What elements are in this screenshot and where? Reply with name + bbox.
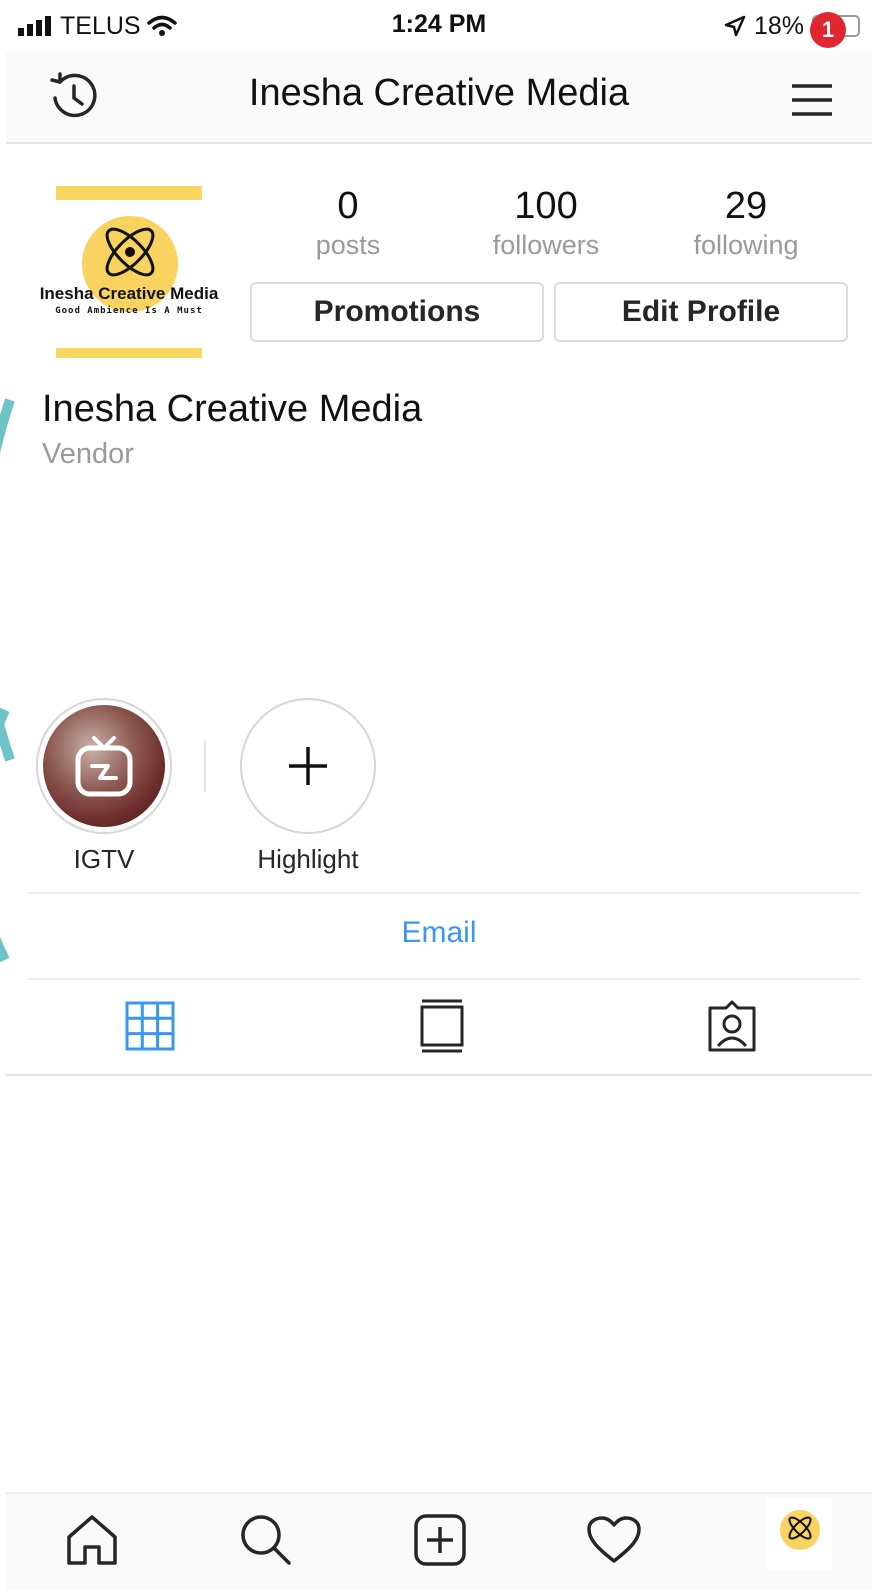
notification-badge[interactable]: 1 xyxy=(810,12,846,48)
igtv-icon xyxy=(75,736,133,797)
page-title: Inesha Creative Media xyxy=(248,72,630,114)
heart-icon xyxy=(587,1516,641,1563)
highlight-igtv-label: IGTV xyxy=(73,844,135,874)
highlight-ring xyxy=(36,698,172,834)
highlight-igtv[interactable]: IGTV xyxy=(34,698,174,875)
profile-avatar[interactable]: Inesha Creative Media Good Ambience Is A… xyxy=(36,168,222,370)
bottom-nav-bar xyxy=(6,1492,872,1590)
tab-tagged[interactable] xyxy=(702,996,762,1056)
new-highlight-ring xyxy=(240,698,376,834)
plus-icon xyxy=(289,747,327,785)
following-count: 29 xyxy=(724,185,768,227)
menu-icon[interactable] xyxy=(786,68,846,128)
highlight-new[interactable]: Highlight xyxy=(238,698,378,875)
highlight-divider xyxy=(204,740,206,792)
nav-activity[interactable] xyxy=(582,1508,646,1572)
add-post-icon xyxy=(414,1514,466,1566)
posts-label: posts xyxy=(315,230,381,260)
nav-add-post[interactable] xyxy=(408,1508,472,1572)
background-decoration xyxy=(0,398,15,963)
followers-count: 100 xyxy=(514,185,578,227)
posts-count: 0 xyxy=(337,185,359,227)
avatar-band-top xyxy=(56,186,202,200)
feed-icon xyxy=(420,999,464,1053)
tagged-icon xyxy=(708,1000,756,1052)
avatar-logo-text: Inesha Creative Media xyxy=(39,284,219,303)
followers-label: followers xyxy=(492,230,600,260)
stat-followers[interactable]: 100 followers xyxy=(456,184,636,262)
status-bar: TELUS 1:24 PM 18% xyxy=(0,0,878,52)
grid-icon xyxy=(125,1001,175,1051)
stat-following[interactable]: 29 following xyxy=(656,184,836,262)
profile-category: Vendor xyxy=(42,438,134,470)
status-time: 1:24 PM xyxy=(391,10,487,38)
edit-profile-button[interactable]: Edit Profile xyxy=(554,282,848,342)
nav-search[interactable] xyxy=(234,1508,298,1572)
tab-feed[interactable] xyxy=(412,996,472,1056)
home-icon xyxy=(67,1515,117,1565)
nav-profile[interactable] xyxy=(766,1498,832,1570)
following-label: following xyxy=(693,230,799,260)
avatar-band-bottom xyxy=(56,348,202,358)
stat-posts[interactable]: 0 posts xyxy=(258,184,438,262)
email-button[interactable]: Email xyxy=(0,916,878,950)
profile-name: Inesha Creative Media xyxy=(42,388,423,430)
avatar-logo-tagline: Good Ambience Is A Must xyxy=(55,306,203,316)
tab-grid[interactable] xyxy=(120,996,180,1056)
divider xyxy=(6,1074,872,1076)
igtv-cover xyxy=(43,705,165,827)
divider xyxy=(28,892,860,894)
nav-home[interactable] xyxy=(60,1508,124,1572)
highlight-new-label: Highlight xyxy=(257,844,359,874)
atom-logo-icon xyxy=(788,1516,812,1540)
nav-header: Inesha Creative Media xyxy=(6,52,872,144)
atom-logo-icon xyxy=(105,227,155,277)
search-icon xyxy=(241,1515,291,1565)
divider xyxy=(28,978,860,980)
promotions-button[interactable]: Promotions xyxy=(250,282,544,342)
